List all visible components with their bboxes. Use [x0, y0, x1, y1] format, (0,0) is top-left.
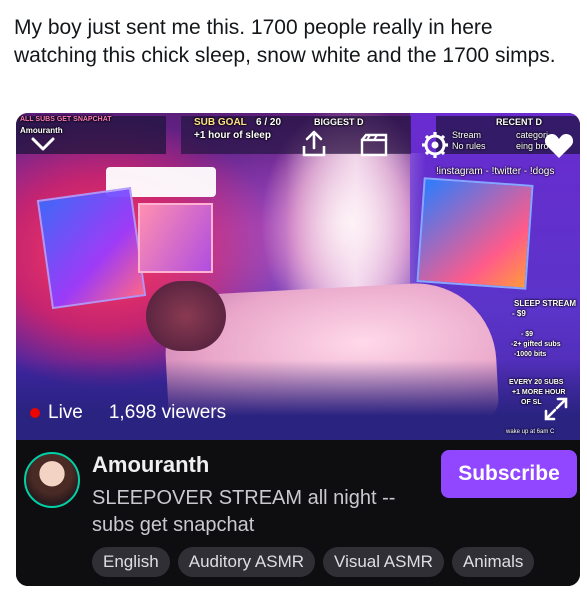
- overlay-notice-line2: No rules: [452, 141, 486, 151]
- painting-right: [416, 177, 534, 290]
- avatar[interactable]: [24, 452, 80, 508]
- overlay-tts-bits: -1000 bits: [514, 351, 547, 358]
- tweet-text: My boy just sent me this. 1700 people re…: [14, 16, 556, 67]
- heart-icon[interactable]: [543, 130, 575, 160]
- tag-auditory-asmr[interactable]: Auditory ASMR: [177, 547, 316, 577]
- overlay-socials: !instagram - !twitter - !dogs: [436, 166, 555, 177]
- overlay-tts-price: - $9: [521, 331, 534, 338]
- overlay-wake-line: wake up at 6am C: [506, 429, 555, 435]
- stream-info-panel: Amouranth SLEEPOVER STREAM all night -- …: [16, 440, 580, 586]
- video-player[interactable]: ALL SUBS GET SNAPCHAT Amouranth SUB GOAL…: [16, 113, 580, 440]
- stream-title: SLEEPOVER STREAM all night -- subs get s…: [92, 487, 396, 536]
- chevron-down-icon[interactable]: [28, 133, 58, 155]
- tag-list: English Auditory ASMR Visual ASMR Animal…: [92, 547, 535, 577]
- overlay-of-sleep: OF SL: [521, 399, 542, 406]
- pillow: [146, 281, 226, 351]
- overlay-tts-gifted: -2+ gifted subs: [511, 341, 561, 348]
- overlay-notice-line1: Stream: [452, 130, 482, 140]
- live-dot-icon: [30, 408, 40, 418]
- overlay-biggest-label: BIGGEST D: [314, 117, 364, 127]
- overlay-sub-goal-label: SUB GOAL: [194, 117, 247, 128]
- channel-name[interactable]: Amouranth: [92, 452, 209, 478]
- overlay-recent-label: RECENT D: [496, 117, 543, 127]
- tag-animals[interactable]: Animals: [451, 547, 535, 577]
- overlay-subs-snapchat: ALL SUBS GET SNAPCHAT: [20, 116, 112, 123]
- tag-english[interactable]: English: [92, 547, 170, 577]
- settings-icon[interactable]: [420, 130, 450, 160]
- painting-middle: [138, 203, 213, 273]
- overlay-every-subs: EVERY 20 SUBS: [509, 379, 564, 386]
- overlay-sub-goal-count: 6 / 20: [256, 117, 282, 128]
- tag-visual-asmr[interactable]: Visual ASMR: [323, 547, 444, 577]
- viewer-count: 1,698 viewers: [108, 402, 227, 423]
- twitch-player-card: ALL SUBS GET SNAPCHAT Amouranth SUB GOAL…: [16, 113, 580, 586]
- clip-icon[interactable]: [359, 132, 389, 158]
- overlay-tts-label: - $9: [512, 309, 526, 318]
- fullscreen-icon[interactable]: [543, 396, 569, 422]
- overlay-more-hour: +1 MORE HOUR: [512, 389, 566, 396]
- overlay-sleep-stream-title: SLEEP STREAM: [514, 299, 577, 308]
- subscribe-button[interactable]: Subscribe: [441, 450, 577, 498]
- share-icon[interactable]: [299, 129, 329, 159]
- live-indicator: Live 1,698 viewers: [30, 402, 226, 424]
- floor-shadow: [16, 360, 580, 440]
- overlay-sub-goal-desc: +1 hour of sleep: [194, 130, 271, 141]
- painting-left: [36, 186, 147, 310]
- live-label: Live: [48, 402, 83, 423]
